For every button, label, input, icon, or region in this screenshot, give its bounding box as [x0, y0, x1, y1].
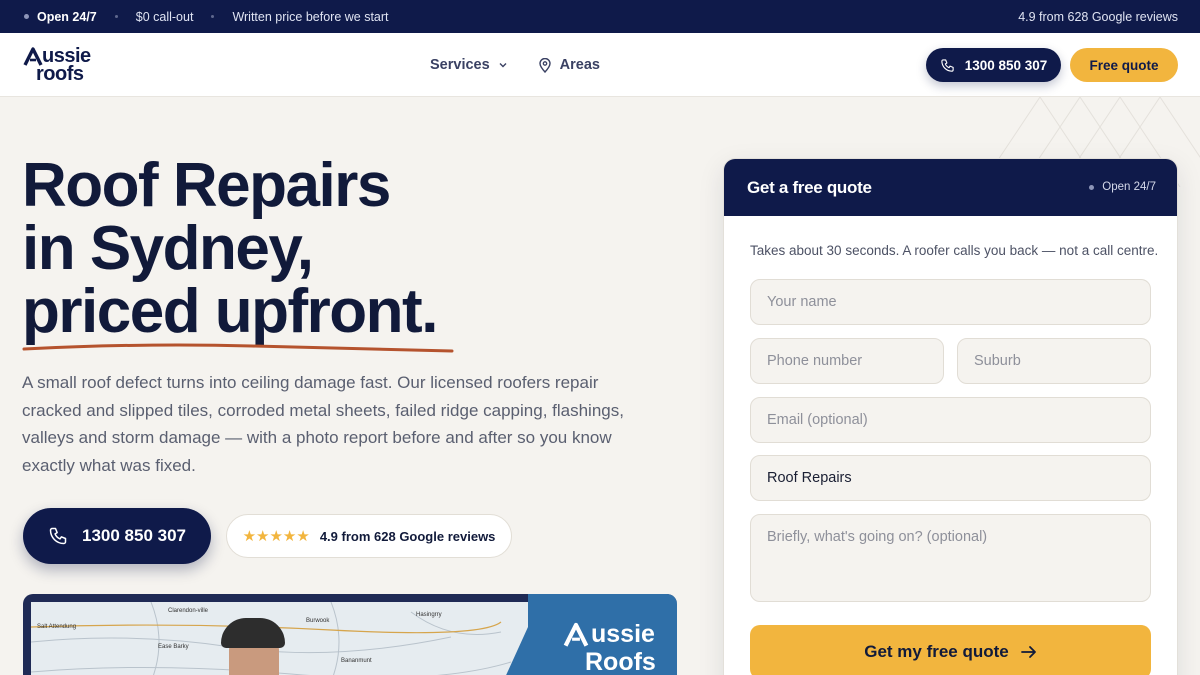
map-label: Salt Attendung	[37, 624, 77, 630]
callout-text: $0 call-out	[135, 9, 194, 24]
logo-word-roofs: roofs	[36, 63, 84, 85]
roofer-cap	[221, 618, 285, 648]
hero-heading: Roof Repairs in Sydney, priced upfront.	[22, 154, 642, 343]
email-placeholder: Email (optional)	[767, 412, 868, 428]
written-price-text: Written price before we start	[232, 9, 389, 24]
hero-heading-line-3: priced upfront.	[22, 277, 438, 346]
map-label: Ease Barky	[158, 644, 189, 650]
phone-icon	[49, 527, 67, 545]
phone-field[interactable]: Phone number	[750, 338, 944, 384]
nav-areas[interactable]: Areas	[538, 57, 600, 73]
top-announcement-bar: Open 24/7 $0 call-out Written price befo…	[0, 0, 1200, 33]
map-label: Burwook	[306, 618, 330, 624]
location-pin-icon	[538, 57, 551, 73]
email-field[interactable]: Email (optional)	[750, 397, 1151, 443]
hero-description: A small roof defect turns into ceiling d…	[22, 373, 624, 475]
status-dot-icon	[24, 14, 29, 19]
service-select[interactable]: Roof Repairs	[750, 455, 1151, 501]
quote-form-card: Get a free quote Open 24/7 Takes about 3…	[723, 158, 1178, 675]
nav-links: Services Areas	[430, 33, 600, 97]
service-area-map-image: Clarendon-ville Salt Attendung Ease Bark…	[23, 594, 677, 675]
brand-word-ussie: ussie	[591, 620, 655, 648]
call-phone-label: 1300 850 307	[964, 57, 1048, 73]
quote-form-title: Get a free quote	[747, 178, 872, 197]
message-textarea[interactable]: Briefly, what's going on? (optional)	[750, 514, 1151, 602]
name-placeholder: Your name	[767, 294, 837, 310]
open-status: Open 24/7	[24, 10, 97, 24]
submit-quote-label: Get my free quote	[864, 642, 1009, 661]
free-quote-label: Free quote	[1089, 57, 1159, 73]
main-navigation: ussie roofs Services Areas 1300 850 307 …	[0, 33, 1200, 97]
nav-areas-label: Areas	[559, 57, 600, 73]
quote-form-header: Get a free quote Open 24/7	[724, 159, 1177, 216]
free-quote-button[interactable]: Free quote	[1070, 48, 1178, 82]
heading-underline-stroke	[22, 343, 454, 353]
reviews-text: 4.9 from 628 Google reviews	[319, 528, 496, 544]
nav-services[interactable]: Services	[430, 57, 508, 73]
hero-call-label: 1300 850 307	[82, 526, 186, 545]
separator-dot-icon	[211, 15, 215, 18]
separator-dot-icon	[114, 15, 118, 18]
open-hours-text: Open 24/7	[37, 9, 97, 24]
name-field[interactable]: Your name	[750, 279, 1151, 325]
map-label: Clarendon-ville	[168, 608, 209, 614]
arrow-right-icon	[1020, 646, 1036, 658]
chevron-down-icon	[499, 63, 507, 68]
map-label: Hasingrry	[416, 612, 442, 618]
nav-services-label: Services	[430, 57, 490, 73]
phone-icon	[941, 58, 954, 72]
quote-form-subtitle: Takes about 30 seconds. A roofer calls y…	[750, 243, 1159, 258]
message-placeholder: Briefly, what's going on? (optional)	[767, 529, 988, 545]
hero-heading-line-2: in Sydney,	[22, 214, 314, 283]
submit-quote-button[interactable]: Get my free quote	[750, 625, 1151, 675]
rating-text: 4.9 from 628 Google reviews	[1018, 9, 1178, 24]
logo[interactable]: ussie roofs	[23, 45, 103, 87]
call-phone-button[interactable]: 1300 850 307	[926, 48, 1061, 82]
google-reviews-badge[interactable]: ★★★★★ 4.9 from 628 Google reviews	[226, 514, 512, 558]
suburb-placeholder: Suburb	[974, 353, 1021, 369]
hero-heading-line-1: Roof Repairs	[22, 151, 391, 220]
quote-form-status: Open 24/7	[1089, 181, 1156, 193]
status-dot-icon	[1089, 184, 1095, 190]
suburb-field[interactable]: Suburb	[957, 338, 1151, 384]
brand-word-roofs: Roofs	[585, 648, 656, 675]
hero-call-button[interactable]: 1300 850 307	[23, 508, 211, 564]
phone-placeholder: Phone number	[767, 353, 863, 369]
star-rating-icon: ★★★★★	[242, 528, 310, 545]
quote-form-status-text: Open 24/7	[1102, 181, 1156, 193]
house-a-logo-icon	[563, 622, 589, 647]
map-label: Bananmunt	[341, 658, 372, 664]
service-select-value: Roof Repairs	[767, 470, 852, 486]
